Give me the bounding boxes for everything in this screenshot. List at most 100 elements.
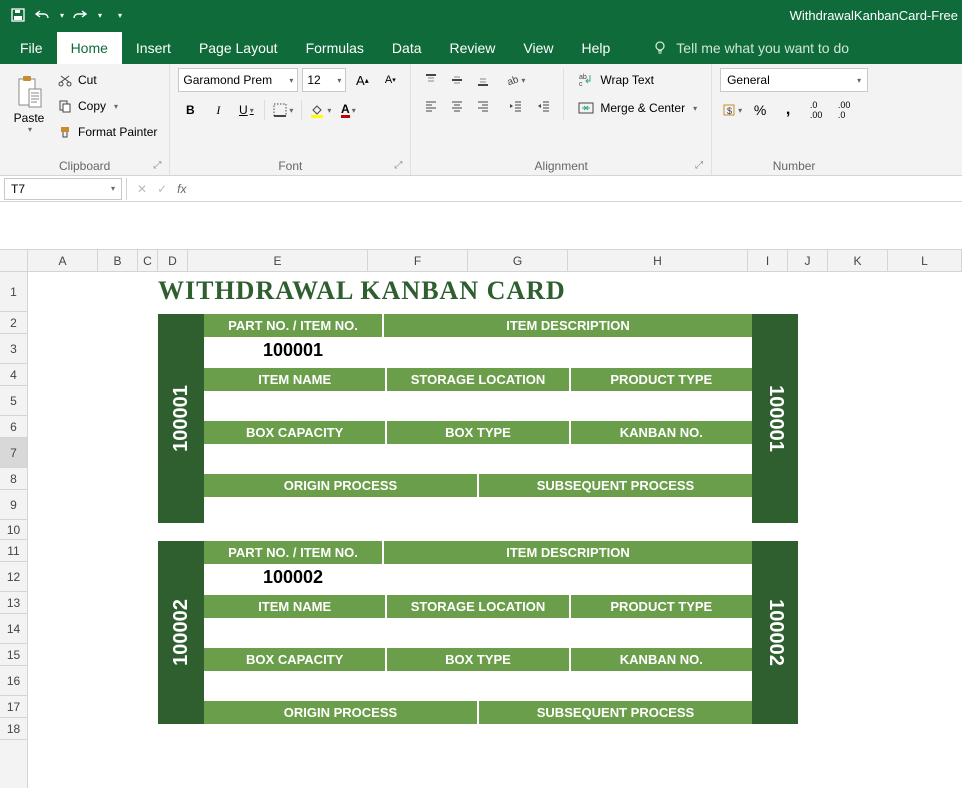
column-header[interactable]: G — [468, 250, 568, 271]
value-subsequent[interactable] — [479, 497, 752, 523]
cells-area[interactable]: WITHDRAWAL KANBAN CARD 100001 PART NO. /… — [28, 272, 962, 788]
font-name-select[interactable]: Garamond Prem▾ — [178, 68, 298, 92]
dialog-launcher-icon[interactable]: ⤢ — [695, 160, 703, 171]
redo-icon[interactable] — [72, 7, 88, 23]
column-header[interactable]: L — [888, 250, 962, 271]
orientation-button[interactable]: ab▾ — [503, 68, 527, 92]
undo-icon[interactable] — [34, 7, 50, 23]
copy-button[interactable]: Copy ▾ — [54, 94, 161, 118]
column-header[interactable]: F — [368, 250, 468, 271]
name-box[interactable]: T7▾ — [4, 178, 122, 200]
value-box-type[interactable] — [387, 671, 570, 697]
column-header[interactable]: J — [788, 250, 828, 271]
save-icon[interactable] — [10, 7, 26, 23]
tab-review[interactable]: Review — [436, 32, 510, 64]
select-all-corner[interactable] — [0, 250, 28, 272]
increase-decimal-button[interactable]: .0.00 — [804, 98, 828, 122]
column-header[interactable]: D — [158, 250, 188, 271]
row-header[interactable]: 6 — [0, 416, 27, 438]
decrease-decimal-button[interactable]: .00.0 — [832, 98, 856, 122]
value-item-desc[interactable] — [384, 337, 752, 364]
row-header[interactable]: 14 — [0, 614, 27, 644]
decrease-font-button[interactable]: A▾ — [378, 68, 402, 92]
fill-color-button[interactable]: ▾ — [308, 98, 332, 122]
column-header[interactable]: K — [828, 250, 888, 271]
row-header[interactable]: 17 — [0, 696, 27, 718]
increase-indent-button[interactable] — [531, 94, 555, 118]
value-product-type[interactable] — [571, 391, 752, 417]
tab-data[interactable]: Data — [378, 32, 436, 64]
tab-help[interactable]: Help — [568, 32, 625, 64]
underline-button[interactable]: U▾ — [234, 98, 258, 122]
value-product-type[interactable] — [571, 618, 752, 644]
row-header[interactable]: 13 — [0, 592, 27, 614]
tab-view[interactable]: View — [509, 32, 567, 64]
value-box-type[interactable] — [387, 444, 570, 470]
row-header[interactable]: 18 — [0, 718, 27, 740]
align-middle-button[interactable] — [445, 68, 469, 92]
value-box-capacity[interactable] — [204, 671, 387, 697]
tab-formulas[interactable]: Formulas — [292, 32, 378, 64]
paste-button[interactable]: Paste ▾ — [8, 68, 50, 140]
bold-button[interactable]: B — [178, 98, 202, 122]
column-header[interactable]: I — [748, 250, 788, 271]
row-header[interactable]: 12 — [0, 562, 27, 592]
column-header[interactable]: C — [138, 250, 158, 271]
row-header[interactable]: 9 — [0, 490, 27, 520]
dialog-launcher-icon[interactable]: ⤢ — [394, 160, 402, 171]
value-item-desc[interactable] — [384, 564, 752, 591]
align-bottom-button[interactable] — [471, 68, 495, 92]
borders-button[interactable]: ▾ — [271, 98, 295, 122]
value-box-capacity[interactable] — [204, 444, 387, 470]
row-header[interactable]: 1 — [0, 272, 27, 312]
row-header[interactable]: 16 — [0, 666, 27, 696]
align-top-button[interactable] — [419, 68, 443, 92]
tab-page-layout[interactable]: Page Layout — [185, 32, 292, 64]
cut-button[interactable]: Cut — [54, 68, 161, 92]
value-storage[interactable] — [387, 618, 570, 644]
column-header[interactable]: A — [28, 250, 98, 271]
redo-dropdown-icon[interactable]: ▾ — [98, 11, 102, 20]
row-header[interactable]: 15 — [0, 644, 27, 666]
comma-button[interactable]: , — [776, 98, 800, 122]
qat-customize-icon[interactable]: ▾ — [118, 11, 122, 20]
enter-icon[interactable]: ✓ — [157, 182, 167, 196]
row-header[interactable]: 7 — [0, 438, 27, 468]
number-format-select[interactable]: General▾ — [720, 68, 868, 92]
cancel-icon[interactable]: ✕ — [137, 182, 147, 196]
tab-file[interactable]: File — [6, 32, 57, 64]
value-item-name[interactable] — [204, 391, 387, 417]
row-header[interactable]: 2 — [0, 312, 27, 334]
value-origin[interactable] — [204, 497, 479, 523]
merge-center-button[interactable]: Merge & Center ▾ — [572, 96, 703, 120]
font-color-button[interactable]: A▾ — [336, 98, 360, 122]
value-item-name[interactable] — [204, 618, 387, 644]
percent-button[interactable]: % — [748, 98, 772, 122]
value-storage[interactable] — [387, 391, 570, 417]
increase-font-button[interactable]: A▴ — [350, 68, 374, 92]
format-painter-button[interactable]: Format Painter — [54, 120, 161, 144]
fx-icon[interactable]: fx — [177, 182, 186, 196]
tab-insert[interactable]: Insert — [122, 32, 185, 64]
align-center-button[interactable] — [445, 94, 469, 118]
row-header[interactable]: 11 — [0, 540, 27, 562]
value-kanban-no[interactable] — [571, 671, 752, 697]
row-header[interactable]: 10 — [0, 520, 27, 540]
font-size-select[interactable]: 12▾ — [302, 68, 346, 92]
wrap-text-button[interactable]: abc Wrap Text — [572, 68, 703, 92]
row-header[interactable]: 3 — [0, 334, 27, 364]
decrease-indent-button[interactable] — [503, 94, 527, 118]
align-left-button[interactable] — [419, 94, 443, 118]
value-part-no[interactable]: 100001 — [204, 337, 384, 364]
row-header[interactable]: 4 — [0, 364, 27, 386]
tell-me-search[interactable]: Tell me what you want to do — [638, 32, 863, 64]
dialog-launcher-icon[interactable]: ⤢ — [153, 160, 161, 171]
value-part-no[interactable]: 100002 — [204, 564, 384, 591]
value-kanban-no[interactable] — [571, 444, 752, 470]
formula-input[interactable] — [196, 178, 962, 200]
column-header[interactable]: E — [188, 250, 368, 271]
undo-dropdown-icon[interactable]: ▾ — [60, 11, 64, 20]
column-header[interactable]: B — [98, 250, 138, 271]
accounting-format-button[interactable]: $▾ — [720, 98, 744, 122]
align-right-button[interactable] — [471, 94, 495, 118]
